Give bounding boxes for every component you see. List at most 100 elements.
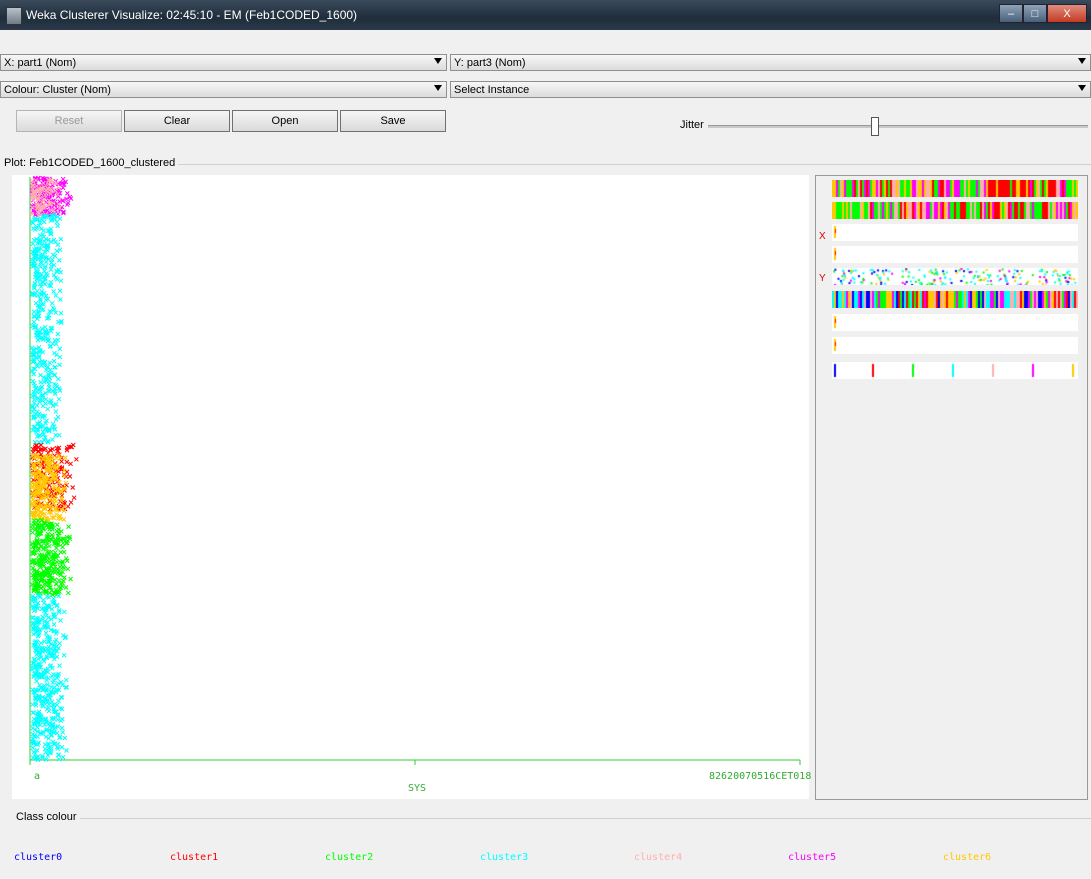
plot-point-cluster3 xyxy=(49,300,55,306)
plot-point-cluster3 xyxy=(53,417,59,422)
legend-item-cluster2[interactable]: cluster2 xyxy=(325,852,373,863)
x-axis-select-value: X: part1 (Nom) xyxy=(4,57,77,69)
legend-item-cluster5[interactable]: cluster5 xyxy=(788,852,836,863)
plot-point-cluster2 xyxy=(53,581,59,587)
attribute-bar[interactable] xyxy=(832,337,1078,354)
plot-point-cluster3 xyxy=(57,346,63,352)
reset-button[interactable]: Reset xyxy=(16,110,122,132)
attribute-bar[interactable] xyxy=(832,246,1078,263)
plot-point-cluster3 xyxy=(56,756,62,762)
attribute-bar-canvas xyxy=(832,314,1078,331)
chevron-down-icon xyxy=(434,85,442,91)
close-button[interactable]: X xyxy=(1047,4,1087,23)
plot-point-cluster2 xyxy=(43,559,49,565)
plot-point-cluster3 xyxy=(61,652,67,658)
jitter-slider-thumb[interactable] xyxy=(871,117,880,136)
plot-point-cluster3 xyxy=(29,667,35,673)
attribute-bar[interactable] xyxy=(832,314,1078,331)
plot-point-cluster2 xyxy=(57,564,63,570)
plot-point-cluster1 xyxy=(68,500,74,505)
jitter-label: Jitter xyxy=(680,119,704,131)
plot-point-cluster2 xyxy=(66,524,71,530)
plot-point-cluster3 xyxy=(31,309,37,315)
jitter-slider[interactable] xyxy=(708,125,1088,128)
colour-select[interactable]: Colour: Cluster (Nom) xyxy=(0,81,447,98)
attribute-bar-canvas xyxy=(832,246,1078,263)
plot-point-cluster3 xyxy=(31,226,36,231)
select-instance-select[interactable]: Select Instance xyxy=(450,81,1091,98)
plot-point-cluster3 xyxy=(38,379,43,385)
colour-select-value: Colour: Cluster (Nom) xyxy=(4,84,111,96)
plot-point-cluster3 xyxy=(56,396,62,402)
attribute-bar-canvas xyxy=(832,224,1078,241)
plot-point-cluster3 xyxy=(59,744,65,750)
plot-point-cluster3 xyxy=(54,682,60,688)
chevron-down-icon xyxy=(1078,85,1086,91)
plot-point-cluster3 xyxy=(62,735,68,741)
attribute-bar[interactable] xyxy=(832,268,1078,285)
plot-point-cluster2 xyxy=(65,566,71,572)
maximize-button[interactable]: □ xyxy=(1023,4,1047,23)
attribute-bar[interactable] xyxy=(832,180,1078,197)
plot-point-cluster3 xyxy=(46,384,52,390)
plot-point-cluster3 xyxy=(47,360,53,366)
attribute-bar[interactable] xyxy=(832,202,1078,219)
plot-point-cluster3 xyxy=(51,358,57,364)
plot-point-cluster3 xyxy=(34,288,40,294)
attribute-bar[interactable] xyxy=(832,362,1078,379)
plot-point-cluster3 xyxy=(32,397,37,403)
attribute-bar-canvas xyxy=(832,268,1078,285)
plot-point-cluster1 xyxy=(71,495,77,501)
legend-item-cluster4[interactable]: cluster4 xyxy=(634,852,682,863)
plot-point-cluster3 xyxy=(57,354,63,360)
plot-point-cluster2 xyxy=(62,575,67,580)
plot-point-cluster3 xyxy=(60,729,66,735)
clear-button[interactable]: Clear xyxy=(124,110,230,132)
plot-point-cluster4 xyxy=(29,211,35,217)
plot-point-cluster3 xyxy=(30,725,36,731)
plot-point-cluster3 xyxy=(54,219,60,225)
plot-point-cluster3 xyxy=(61,609,67,615)
scatter-plot-canvas xyxy=(29,175,801,765)
legend-item-cluster1[interactable]: cluster1 xyxy=(170,852,218,863)
attribute-bar-canvas xyxy=(832,291,1078,308)
plot-point-cluster3 xyxy=(42,281,48,287)
plot-point-cluster3 xyxy=(42,746,48,752)
plot-point-cluster3 xyxy=(45,705,51,710)
y-attribute-marker: Y xyxy=(819,273,826,284)
scatter-plot[interactable]: a 82620070516CET018 SYS xyxy=(12,175,811,799)
plot-point-cluster5 xyxy=(67,194,73,200)
plot-point-cluster3 xyxy=(46,708,52,714)
x-axis-label: SYS xyxy=(408,783,427,794)
attribute-panel-scrollbar[interactable] xyxy=(1081,176,1087,799)
x-axis-select[interactable]: X: part1 (Nom) xyxy=(0,54,447,71)
select-instance-value: Select Instance xyxy=(454,84,530,96)
plot-point-cluster3 xyxy=(40,349,46,355)
legend-item-cluster0[interactable]: cluster0 xyxy=(14,852,62,863)
plot-point-cluster3 xyxy=(49,746,54,751)
plot-point-cluster3 xyxy=(42,742,48,747)
plot-point-cluster1 xyxy=(70,485,76,490)
chevron-down-icon xyxy=(1078,58,1086,64)
plot-point-cluster3 xyxy=(41,219,47,225)
save-button[interactable]: Save xyxy=(340,110,446,132)
plot-point-cluster3 xyxy=(30,241,36,247)
y-axis-select[interactable]: Y: part3 (Nom) xyxy=(450,54,1091,71)
open-button[interactable]: Open xyxy=(232,110,338,132)
minimize-button[interactable]: – xyxy=(999,4,1023,23)
plot-points xyxy=(29,175,79,763)
plot-point-cluster3 xyxy=(58,310,64,316)
legend-item-cluster6[interactable]: cluster6 xyxy=(943,852,991,863)
plot-point-cluster3 xyxy=(57,663,62,668)
plot-title: Plot: Feb1CODED_1600_clustered xyxy=(4,157,179,169)
attribute-bars-panel[interactable]: X Y xyxy=(815,175,1088,800)
plot-group-border xyxy=(160,164,1091,165)
plot-point-cluster4 xyxy=(30,178,35,184)
plot-point-cluster3 xyxy=(45,682,50,687)
plot-point-cluster3 xyxy=(58,236,64,242)
plot-point-cluster3 xyxy=(53,293,59,298)
attribute-bar[interactable] xyxy=(832,224,1078,241)
plot-point-cluster1 xyxy=(74,456,79,462)
legend-item-cluster3[interactable]: cluster3 xyxy=(480,852,528,863)
attribute-bar[interactable] xyxy=(832,291,1078,308)
